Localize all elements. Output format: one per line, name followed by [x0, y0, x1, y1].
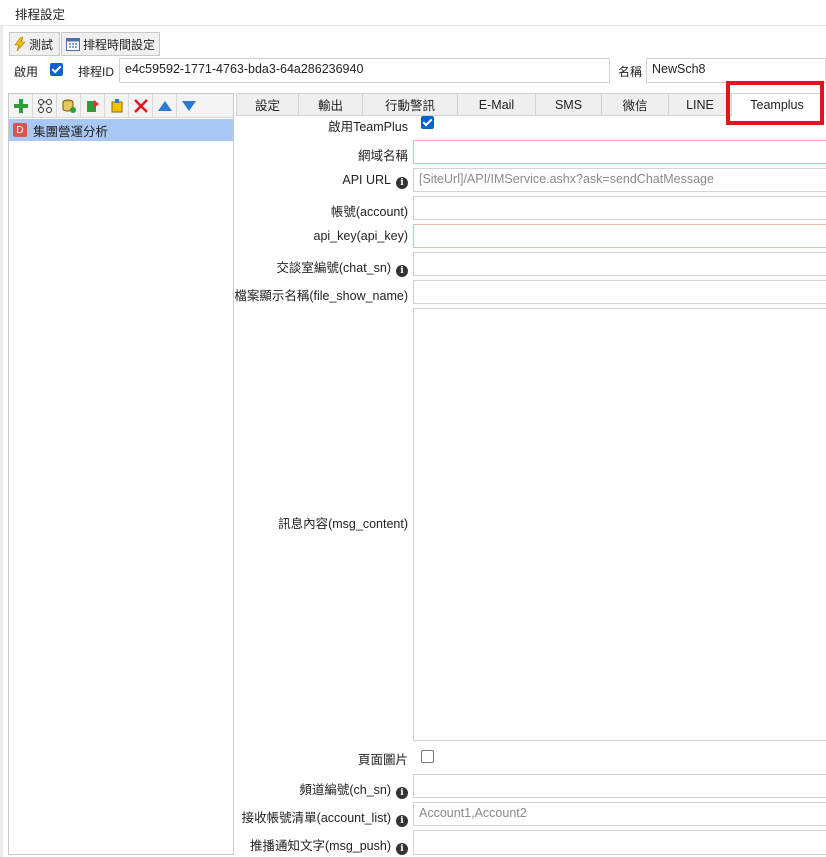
left-edge: [0, 26, 3, 857]
enable-label: 啟用: [14, 65, 39, 79]
add-icon: [13, 99, 28, 113]
ch-sn-field[interactable]: [413, 774, 826, 798]
tab-label: LINE: [686, 97, 714, 112]
delete-icon: [133, 99, 148, 113]
schedule-id-label: 排程ID: [78, 65, 115, 79]
api-key-field[interactable]: [413, 224, 826, 248]
info-icon[interactable]: i: [396, 787, 408, 799]
account-label: 帳號(account): [330, 205, 408, 219]
lightning-icon: [14, 37, 26, 51]
tab-output[interactable]: 輸出: [298, 93, 363, 116]
page-image-label: 頁面圖片: [357, 753, 408, 767]
info-icon[interactable]: i: [396, 815, 408, 827]
msg-content-textarea[interactable]: [413, 308, 826, 741]
api-url-label: API URL: [342, 173, 391, 187]
chat-sn-field[interactable]: [413, 252, 826, 276]
schedule-time-button[interactable]: 排程時間設定: [61, 32, 160, 56]
add-button[interactable]: [9, 94, 33, 118]
tab-label: E-Mail: [478, 97, 515, 112]
name-label: 名稱: [618, 65, 643, 79]
nodes-button[interactable]: [33, 94, 57, 118]
item-list-toolbar: [9, 94, 233, 118]
import-button[interactable]: [105, 94, 129, 118]
item-type-badge: D: [13, 123, 27, 137]
enable-checkbox[interactable]: [50, 63, 63, 76]
tab-mobile-alert[interactable]: 行動警訊: [362, 93, 458, 116]
account-list-label: 接收帳號清單(account_list): [241, 811, 391, 825]
tab-label: 輸出: [317, 99, 343, 113]
ch-sn-label-row: 頻道編號(ch_sn) i: [299, 779, 408, 799]
tab-label: 微信: [622, 99, 648, 113]
schedule-id-field[interactable]: e4c59592-1771-4763-bda3-64a286236940: [119, 58, 610, 83]
move-up-icon: [157, 101, 172, 111]
account-list-field[interactable]: Account1,Account2: [413, 802, 826, 826]
domain-field[interactable]: [413, 140, 826, 164]
database-icon: [62, 99, 76, 113]
tab-label: 行動警訊: [384, 99, 435, 113]
account-field[interactable]: [413, 196, 826, 220]
tab-email[interactable]: E-Mail: [457, 93, 536, 116]
account-list-label-row: 接收帳號清單(account_list) i: [242, 807, 408, 827]
api-key-label: api_key(api_key): [313, 229, 409, 243]
file-show-name-field[interactable]: [413, 280, 826, 304]
chat-sn-label: 交談室編號(chat_sn): [276, 261, 391, 275]
tab-label: SMS: [554, 97, 583, 112]
api-url-field[interactable]: [SiteUrl]/API/IMService.ashx?ask=sendCha…: [413, 168, 826, 192]
move-up-button[interactable]: [153, 94, 177, 118]
msg-content-label: 訊息內容(msg_content): [278, 517, 408, 531]
window-title: 排程設定: [15, 8, 66, 22]
export-icon: [86, 100, 99, 112]
enable-teamplus-checkbox[interactable]: [421, 116, 434, 129]
chat-sn-label-row: 交談室編號(chat_sn) i: [276, 257, 408, 277]
schedule-time-label: 排程時間設定: [83, 37, 156, 52]
test-label: 測試: [29, 37, 54, 52]
tab-label: 設定: [254, 99, 280, 113]
calendar-icon: [66, 38, 80, 51]
page-image-checkbox[interactable]: [421, 750, 434, 763]
test-button[interactable]: 測試: [9, 32, 60, 56]
tab-line[interactable]: LINE: [668, 93, 732, 116]
tab-wechat[interactable]: 微信: [601, 93, 669, 116]
tab-settings[interactable]: 設定: [236, 93, 299, 116]
import-icon: [111, 99, 122, 113]
api-url-label-row: API URL i: [342, 173, 408, 189]
info-icon[interactable]: i: [396, 265, 408, 277]
info-icon[interactable]: i: [396, 843, 408, 855]
msg-push-field[interactable]: [413, 830, 826, 855]
list-item-label: 集團營運分析: [33, 124, 109, 139]
export-button[interactable]: [81, 94, 105, 118]
list-item[interactable]: D 集團營運分析: [9, 119, 233, 141]
name-field[interactable]: NewSch8: [646, 58, 826, 83]
file-show-name-label: 檔案顯示名稱(file_show_name): [234, 289, 408, 303]
move-down-icon: [182, 101, 196, 111]
window-title-bar: 排程設定: [0, 0, 826, 26]
highlight-box: [726, 81, 824, 125]
domain-label: 網域名稱: [357, 149, 408, 163]
info-icon[interactable]: i: [396, 177, 408, 189]
msg-push-label-row: 推播通知文字(msg_push) i: [250, 835, 408, 855]
database-button[interactable]: [57, 94, 81, 118]
tab-sms[interactable]: SMS: [535, 93, 602, 116]
move-down-button[interactable]: [177, 94, 201, 118]
nodes-icon: [37, 99, 52, 113]
ch-sn-label: 頻道編號(ch_sn): [299, 783, 391, 797]
delete-button[interactable]: [129, 94, 153, 118]
item-list-panel: D 集團營運分析: [8, 93, 234, 855]
enable-teamplus-label: 啟用TeamPlus: [328, 120, 408, 134]
msg-push-label: 推播通知文字(msg_push): [250, 839, 391, 853]
